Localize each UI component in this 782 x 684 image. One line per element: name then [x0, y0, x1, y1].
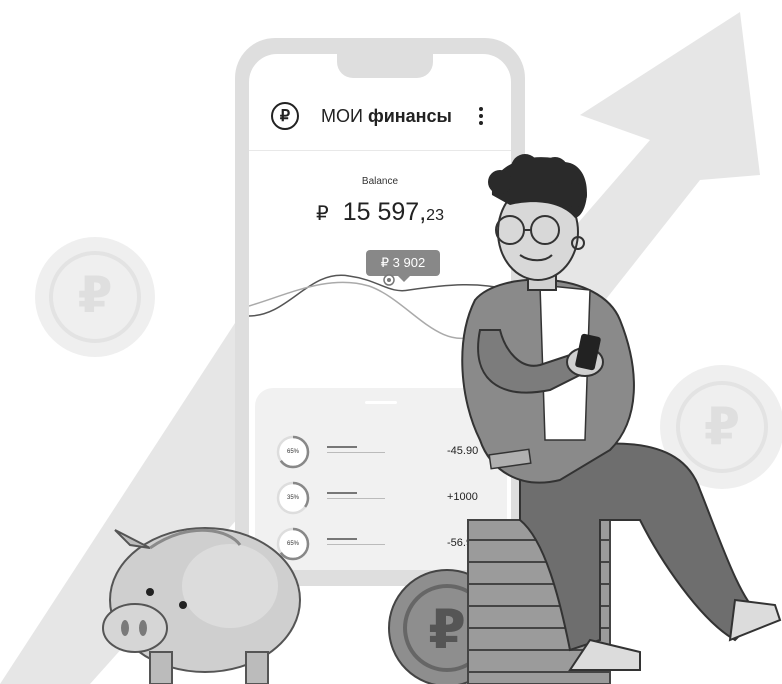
piggy-bank-icon — [102, 527, 301, 684]
svg-text:₽: ₽ — [428, 598, 466, 661]
foreground-illustration: ₽ — [102, 154, 782, 684]
